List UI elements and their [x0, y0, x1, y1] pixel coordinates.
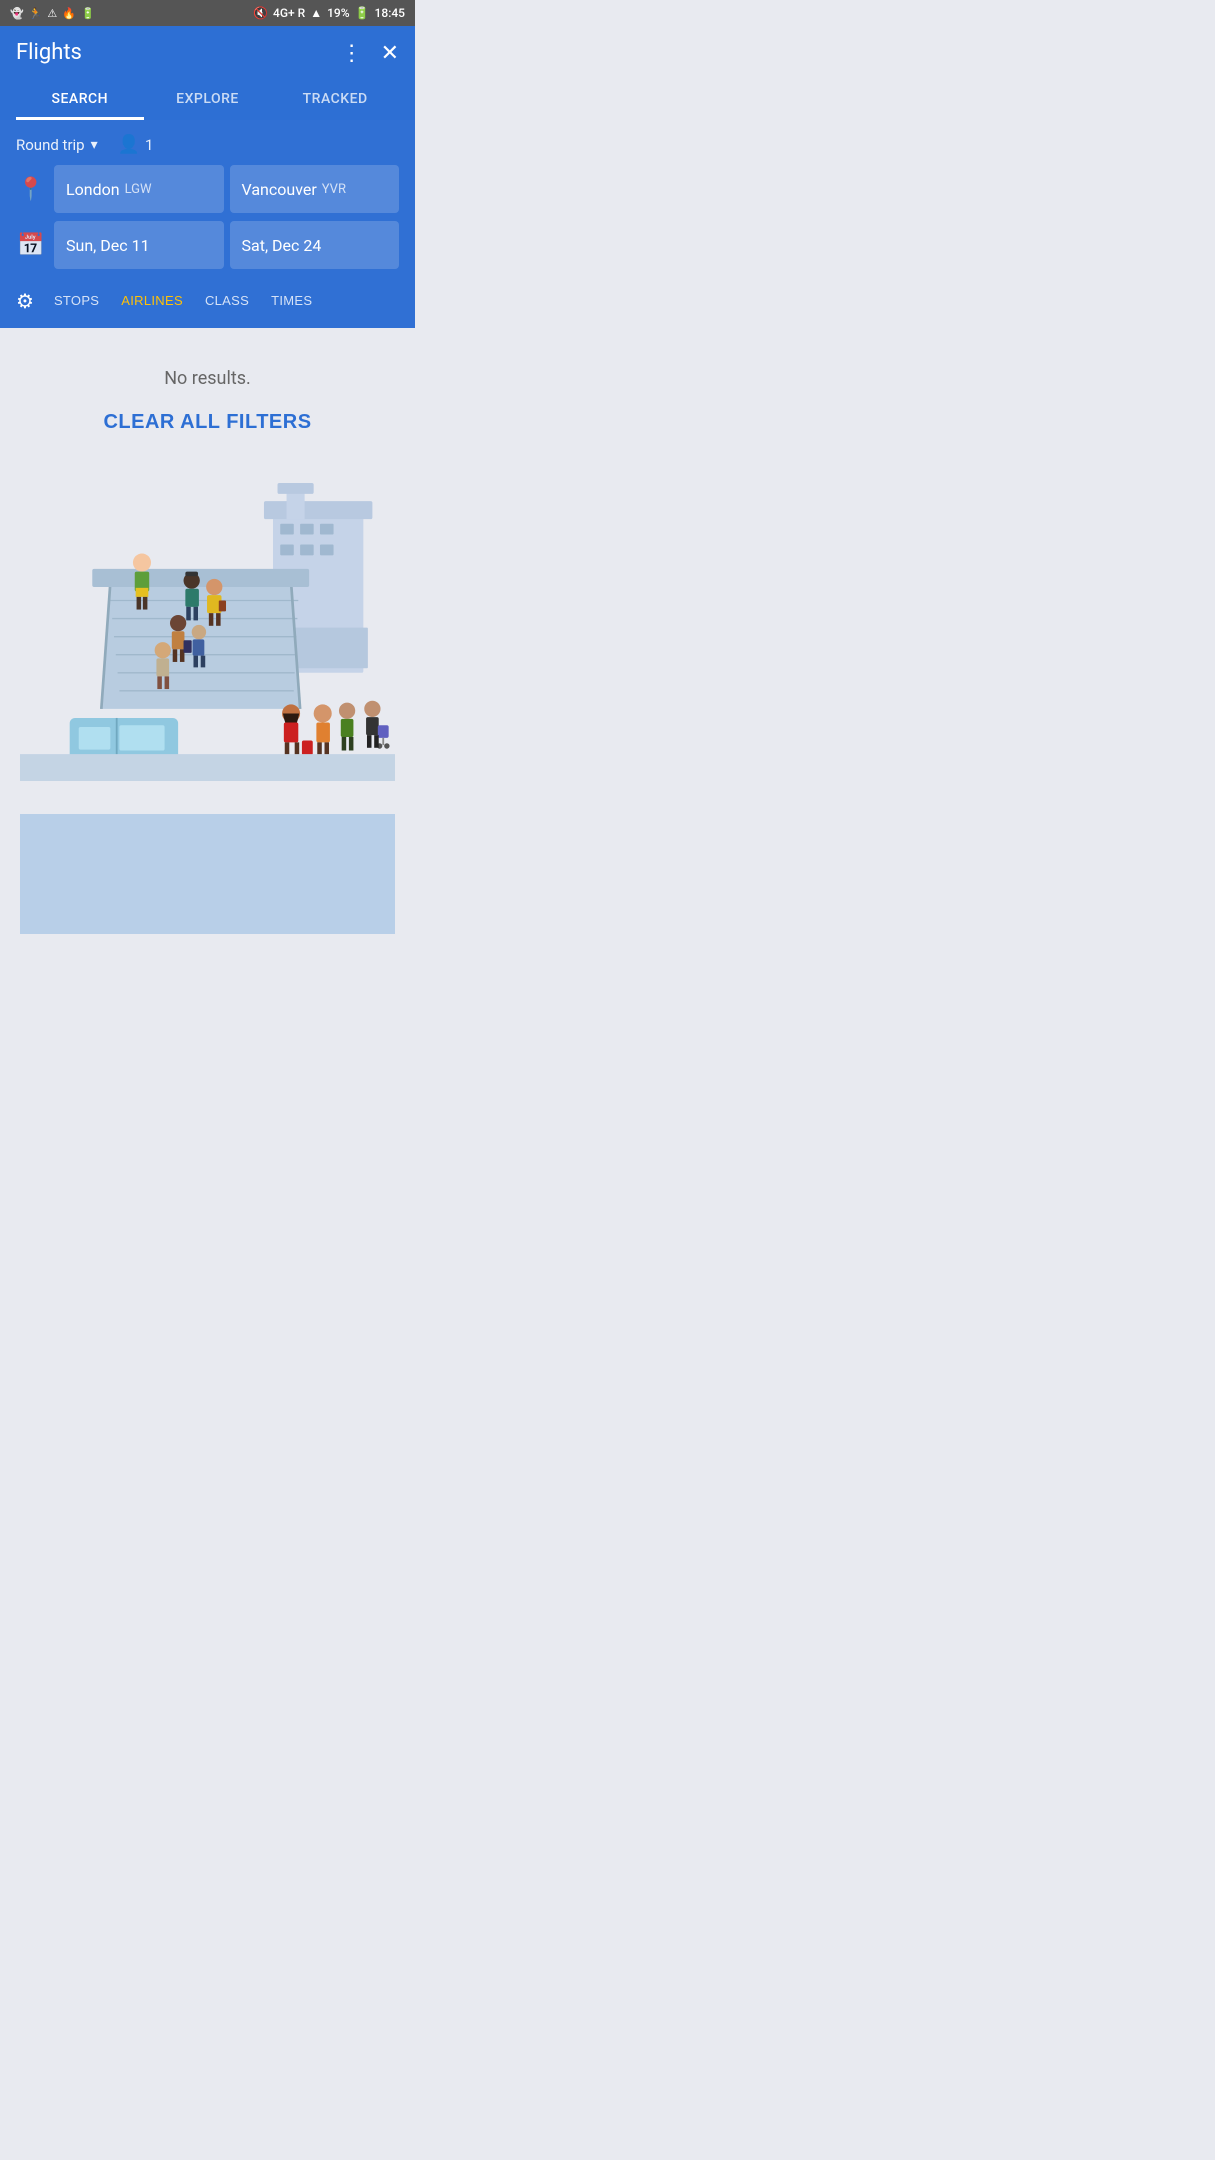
origin-city: London	[66, 180, 120, 199]
ghost-icon: 👻	[10, 7, 24, 20]
clock: 18:45	[375, 6, 405, 20]
tab-tracked[interactable]: TRACKED	[271, 79, 399, 120]
status-left-icons: 👻 🏃 ⚠ 🔥 🔋	[10, 7, 95, 20]
return-date-input[interactable]: Sat, Dec 24	[230, 221, 400, 269]
app-header: Flights ⋮ ✕ SEARCH EXPLORE TRACKED	[0, 26, 415, 120]
origin-input[interactable]: London LGW	[54, 165, 224, 213]
trip-options: Round trip ▾ 👤 1	[16, 134, 399, 165]
status-bar: 👻 🏃 ⚠ 🔥 🔋 🔇 4G+ R ▲ 19% 🔋 18:45	[0, 0, 415, 26]
tab-bar: SEARCH EXPLORE TRACKED	[16, 79, 399, 120]
app-title: Flights	[16, 40, 82, 65]
trip-type-label: Round trip	[16, 136, 85, 154]
more-options-button[interactable]: ⋮	[341, 42, 363, 64]
date-fields: Sun, Dec 11 Sat, Dec 24	[54, 221, 399, 269]
filter-sliders-icon: ⚙	[16, 289, 34, 313]
trip-type-arrow: ▾	[91, 137, 98, 153]
illustration-area	[20, 474, 395, 814]
battery-icon: 🔋	[355, 6, 370, 20]
passenger-selector[interactable]: 👤 1	[118, 134, 154, 155]
person-icon: 👤	[118, 134, 140, 155]
depart-date-input[interactable]: Sun, Dec 11	[54, 221, 224, 269]
calendar-icon: 📅	[16, 233, 46, 258]
filters-row: ⚙ STOPS AIRLINES CLASS TIMES	[16, 277, 399, 328]
stops-filter-button[interactable]: STOPS	[44, 287, 109, 314]
origin-code: LGW	[125, 182, 152, 197]
walk-icon: 🏃	[29, 7, 43, 20]
tab-search[interactable]: SEARCH	[16, 79, 144, 120]
location-fields: London LGW Vancouver YVR	[54, 165, 399, 213]
header-top: Flights ⋮ ✕	[16, 40, 399, 79]
airlines-filter-button[interactable]: AIRLINES	[111, 287, 193, 314]
warning-icon: ⚠	[47, 7, 57, 20]
destination-city: Vancouver	[242, 180, 317, 199]
destination-input[interactable]: Vancouver YVR	[230, 165, 400, 213]
tab-explore[interactable]: EXPLORE	[144, 79, 272, 120]
depart-date-label: Sun, Dec 11	[66, 236, 150, 255]
network-label: 4G+ R	[273, 6, 305, 20]
clear-all-filters-button[interactable]: CLEAR ALL FILTERS	[103, 411, 311, 434]
header-actions: ⋮ ✕	[341, 42, 399, 64]
return-date-label: Sat, Dec 24	[242, 236, 322, 255]
class-filter-button[interactable]: CLASS	[195, 287, 259, 314]
location-pin-icon: 📍	[16, 177, 46, 202]
airport-illustration	[20, 474, 395, 781]
close-button[interactable]: ✕	[381, 42, 399, 64]
search-area: Round trip ▾ 👤 1 📍 London LGW Vancouver …	[0, 120, 415, 328]
location-row: 📍 London LGW Vancouver YVR	[16, 165, 399, 213]
passenger-number: 1	[145, 136, 153, 154]
no-results-message: No results.	[20, 368, 395, 389]
battery-status-icon: 🔋	[81, 7, 95, 20]
battery-percent: 19%	[327, 6, 349, 20]
status-right: 🔇 4G+ R ▲ 19% 🔋 18:45	[253, 6, 405, 20]
results-area: No results. CLEAR ALL FILTERS	[0, 328, 415, 954]
date-row: 📅 Sun, Dec 11 Sat, Dec 24	[16, 221, 399, 269]
fire-icon: 🔥	[62, 7, 76, 20]
ground-area	[20, 814, 395, 934]
times-filter-button[interactable]: TIMES	[261, 287, 322, 314]
mute-icon: 🔇	[253, 6, 268, 20]
destination-code: YVR	[322, 182, 346, 197]
signal-icon: ▲	[310, 6, 322, 20]
trip-type-selector[interactable]: Round trip ▾	[16, 136, 98, 154]
